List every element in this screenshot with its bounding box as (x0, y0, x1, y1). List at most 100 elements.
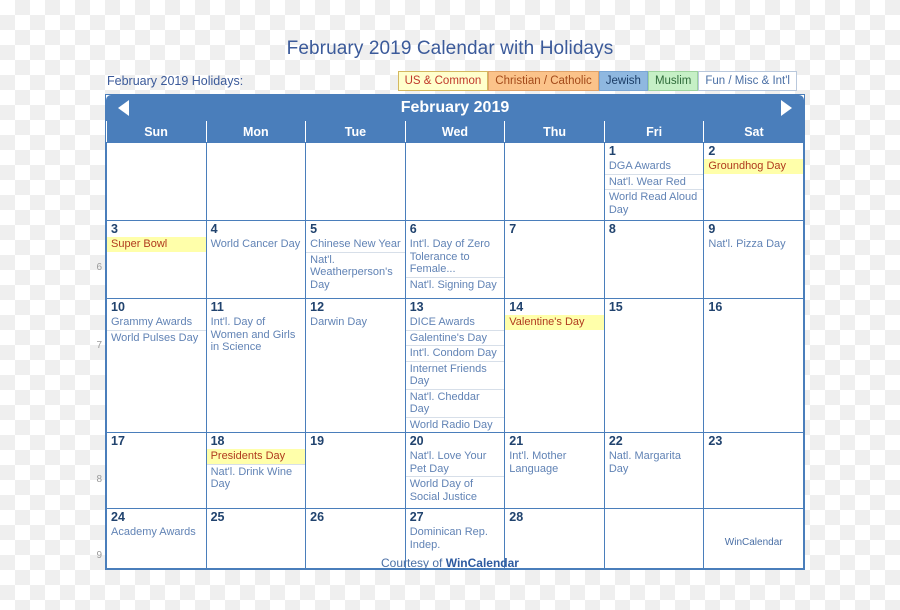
next-month-arrow-icon[interactable] (781, 100, 792, 116)
calendar-day-cell[interactable]: 14 Valentine's Day (504, 298, 605, 433)
calendar-event[interactable]: World Cancer Day (207, 237, 306, 252)
calendar-event[interactable]: World Day of Social Justice (405, 476, 505, 504)
calendar-event[interactable]: Nat'l. Signing Day (405, 276, 505, 293)
calendar-event[interactable]: Nat'l. Weatherperson's Day (306, 251, 405, 293)
calendar-event[interactable]: DGA Awards (605, 159, 704, 174)
calendar-event[interactable]: Int'l. Day of Zero Tolerance to Female..… (406, 237, 505, 277)
calendar-day-number: 11 (210, 300, 224, 314)
calendar-week-row: 3 Super Bowl 4 World Cancer Day 5 Chinese New… (106, 220, 804, 299)
calendar-event[interactable]: Nat'l. Cheddar Day (405, 388, 505, 417)
calendar-event[interactable]: Academy Awards (107, 525, 206, 540)
calendar-day-cell[interactable]: 18 Presidents Day Nat'l. Drink Wine Day (205, 432, 307, 509)
calendar-day-number: 10 (111, 300, 125, 314)
legend-button-fun-misc-intl[interactable]: Fun / Misc & Int'l (698, 71, 797, 91)
calendar-event[interactable]: Internet Friends Day (405, 360, 505, 389)
calendar-day-number: 19 (310, 434, 325, 448)
calendar-event[interactable]: Darwin Day (306, 315, 405, 330)
legend-label: February 2019 Holidays: (107, 74, 244, 88)
calendar-day-cell-empty (106, 142, 207, 221)
calendar-day-number: 6 (409, 222, 417, 236)
calendar-day-cell[interactable]: 13 DICE Awards Galentine's Day Int'l. Condo… (404, 298, 506, 433)
calendar-day-cell[interactable]: 2 Groundhog Day (703, 142, 804, 221)
weekday-header-sun: Sun (106, 121, 207, 143)
weekday-header-tue: Tue (305, 121, 406, 143)
calendar-day-number: 28 (509, 510, 524, 524)
calendar-day-number: 18 (210, 434, 225, 448)
calendar-day-cell[interactable]: 4 World Cancer Day (205, 220, 307, 299)
calendar-day-events: Nat'l. Love Your Pet Day World Day of Soc… (405, 449, 505, 504)
holiday-legend: February 2019 Holidays: US & Common Chri… (107, 70, 797, 92)
calendar-day-events: Dominican Rep. Indep. (406, 525, 505, 552)
calendar-day-cell[interactable]: 3 Super Bowl (106, 220, 207, 299)
calendar-day-cell[interactable]: 11 Int'l. Day of Women and Girls in Scien… (205, 298, 307, 433)
calendar-day-cell[interactable]: 9 Nat'l. Pizza Day (703, 220, 804, 299)
calendar-event[interactable]: Presidents Day (206, 449, 306, 464)
calendar-day-number: 2 (708, 144, 716, 158)
calendar-event[interactable]: Int'l. Day of Women and Girls in Science (207, 315, 306, 355)
calendar-day-cell[interactable]: 23 (703, 432, 804, 509)
calendar-day-events: Presidents Day Nat'l. Drink Wine Day (206, 449, 306, 492)
legend-button-muslim[interactable]: Muslim (647, 71, 699, 91)
previous-month-arrow-icon[interactable] (118, 100, 129, 116)
page-title: February 2019 Calendar with Holidays (286, 38, 614, 59)
calendar-day-cell[interactable]: 7 (504, 220, 605, 299)
legend-button-christian-catholic[interactable]: Christian / Catholic (488, 71, 599, 91)
calendar-event[interactable]: Natl. Margarita Day (605, 449, 704, 476)
weekday-header-sat: Sat (703, 121, 804, 143)
calendar-event[interactable]: Nat'l. Drink Wine Day (206, 463, 306, 492)
calendar-event[interactable]: Nat'l. Pizza Day (704, 237, 803, 252)
calendar-event[interactable]: Super Bowl (107, 237, 206, 252)
calendar-day-cell-empty (205, 142, 307, 221)
weekday-header-row: Sun Mon Tue Wed Thu Fri Sat (106, 121, 804, 143)
calendar-day-cell[interactable]: 22 Natl. Margarita Day (603, 432, 705, 509)
calendar-day-events: Int'l. Mother Language (505, 449, 604, 476)
calendar-day-events: Int'l. Day of Women and Girls in Science (207, 315, 306, 355)
calendar-day-cell[interactable]: 12 Darwin Day (305, 298, 406, 433)
calendar-event[interactable]: Galentine's Day (405, 329, 505, 346)
calendar-event[interactable]: Nat'l. Love Your Pet Day (406, 449, 505, 476)
calendar-day-cell[interactable]: 1 DGA Awards Nat'l. Wear Red World Read Alo… (603, 142, 705, 221)
footer-brand[interactable]: WinCalendar (446, 556, 519, 570)
calendar-day-cell[interactable]: 5 Chinese New Year Nat'l. Weatherperson's … (305, 220, 406, 299)
calendar-day-number: 16 (708, 300, 723, 314)
calendar-day-cell[interactable]: 16 (703, 298, 804, 433)
calendar-day-events: Nat'l. Pizza Day (704, 237, 803, 252)
calendar-day-cell[interactable]: 20 Nat'l. Love Your Pet Day World Day of S… (404, 432, 506, 509)
calendar-event[interactable]: Int'l. Mother Language (505, 449, 604, 476)
week-number: 8 (96, 474, 102, 485)
calendar-event[interactable]: Chinese New Year (306, 237, 405, 252)
calendar-day-cell[interactable]: 8 (603, 220, 705, 299)
calendar-event[interactable]: World Radio Day (405, 416, 505, 433)
calendar-event[interactable]: DICE Awards (406, 315, 505, 330)
calendar-event[interactable]: Dominican Rep. Indep. (406, 525, 505, 552)
calendar-event[interactable]: Groundhog Day (704, 159, 803, 174)
calendar-event[interactable]: Valentine's Day (505, 315, 604, 330)
calendar-event[interactable]: Grammy Awards (107, 315, 206, 330)
footer: Courtesy of WinCalendar (0, 556, 900, 570)
calendar-day-cell[interactable]: 15 (603, 298, 705, 433)
calendar-day-number: 17 (111, 434, 125, 448)
calendar-day-number: 4 (210, 222, 218, 236)
legend-button-us-common[interactable]: US & Common (397, 71, 489, 91)
calendar-day-cell-empty (305, 142, 406, 221)
calendar-day-cell[interactable]: 21 Int'l. Mother Language (504, 432, 605, 509)
calendar-grid: Sun Mon Tue Wed Thu Fri Sat 1 DGA Awards N… (106, 121, 804, 569)
calendar-event[interactable]: Int'l. Condom Day (405, 345, 505, 361)
calendar-event[interactable]: World Pulses Day (107, 329, 206, 346)
calendar-day-cell[interactable]: 10 Grammy Awards World Pulses Day (106, 298, 207, 433)
calendar-day-events: Super Bowl (107, 237, 206, 252)
legend-button-jewish[interactable]: Jewish (598, 71, 648, 91)
calendar-event[interactable]: Nat'l. Wear Red (604, 173, 704, 190)
calendar-day-number: 22 (608, 434, 623, 448)
footer-prefix: Courtesy of (381, 556, 446, 570)
calendar-day-number: 5 (310, 222, 318, 236)
calendar-day-number: 3 (111, 222, 118, 236)
calendar-day-cell[interactable]: 17 (106, 432, 207, 509)
calendar-day-number: 21 (509, 434, 524, 448)
calendar-day-events: Academy Awards (107, 525, 206, 540)
calendar-event[interactable]: World Read Aloud Day (604, 189, 704, 217)
calendar-day-cell-empty (404, 142, 506, 221)
calendar-week-row: 10 Grammy Awards World Pulses Day 11 Int'l. … (106, 298, 804, 433)
calendar-day-cell[interactable]: 19 (305, 432, 406, 509)
calendar-day-cell[interactable]: 6 Int'l. Day of Zero Tolerance to Female.… (404, 220, 506, 299)
